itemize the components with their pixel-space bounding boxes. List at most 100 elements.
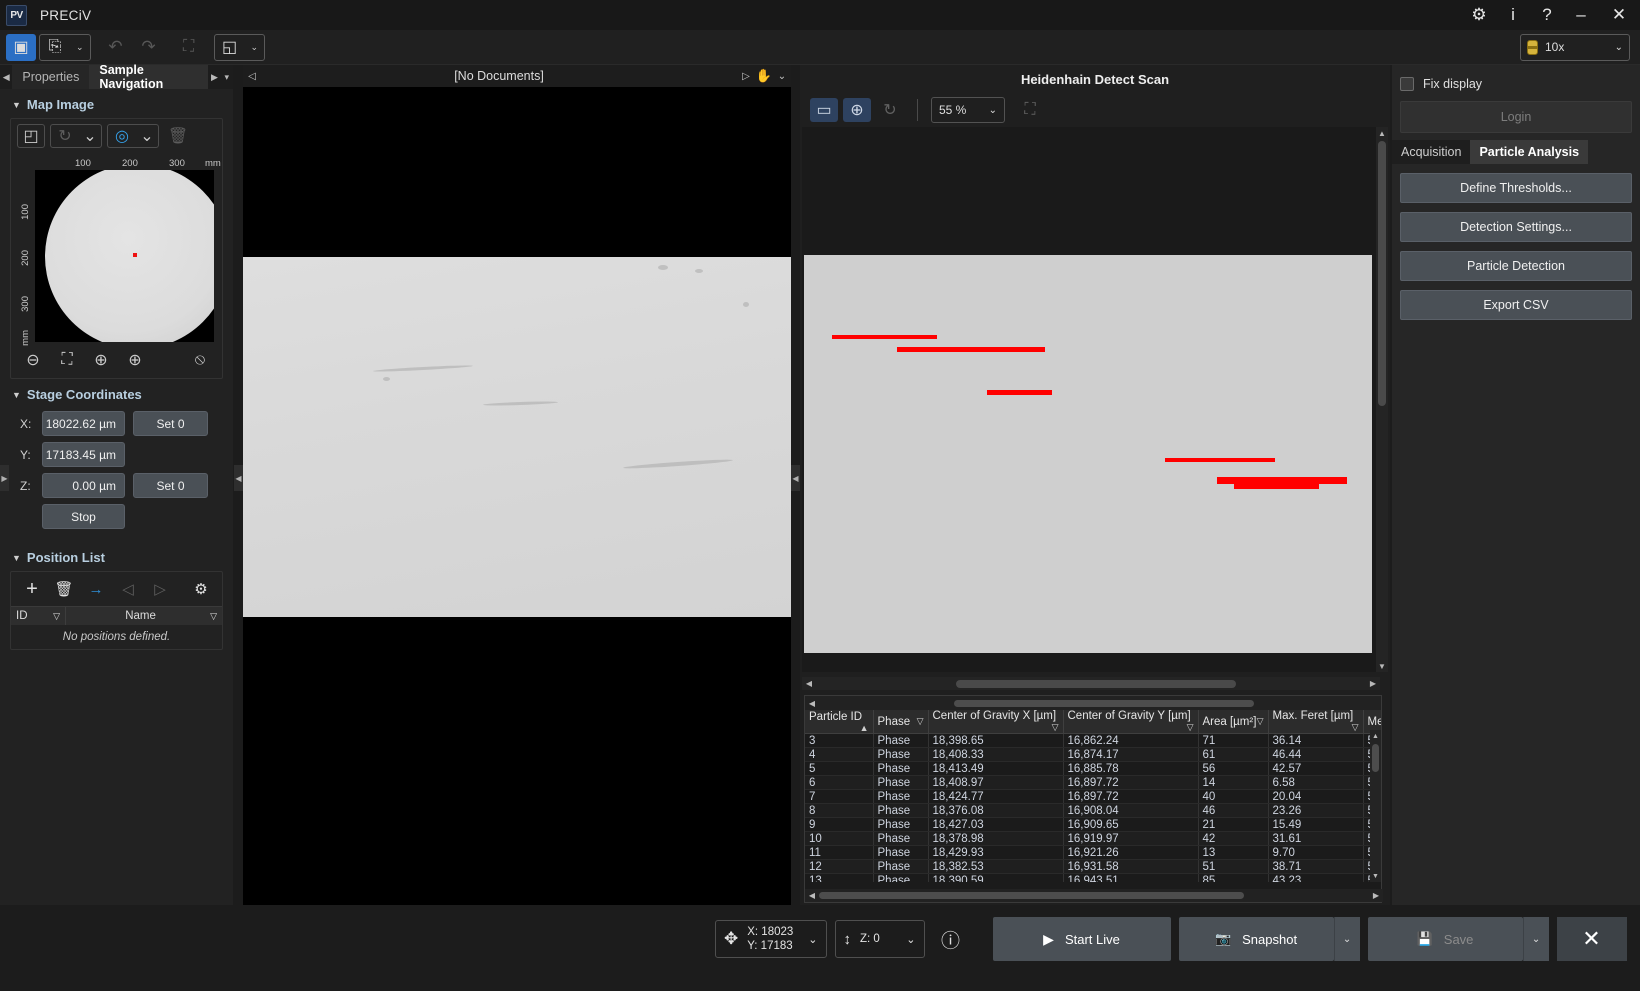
stage-position-combo[interactable]: ✥ X: 18023 Y: 17183 ⌄ bbox=[715, 920, 827, 958]
scan-panel-collapse-handle[interactable]: ◀ bbox=[791, 465, 800, 491]
chevron-down-icon[interactable]: ⌄ bbox=[136, 124, 158, 148]
redo-icon[interactable]: ↷ bbox=[134, 34, 164, 61]
stage-y-input[interactable]: 17183.45 µm bbox=[42, 442, 125, 467]
map-image-section-header[interactable]: ▼ Map Image bbox=[0, 89, 233, 118]
save-options-chevron-icon[interactable]: ⌄ bbox=[1523, 917, 1549, 961]
refresh-scan-icon[interactable]: ↻ bbox=[876, 98, 904, 122]
stage-x-set-zero-button[interactable]: Set 0 bbox=[133, 411, 208, 436]
col-cog-x[interactable]: Center of Gravity X [µm]▽ bbox=[928, 710, 1063, 734]
open-file-icon[interactable]: ⎘ bbox=[40, 34, 70, 61]
col-particle-id[interactable]: Particle ID▲ bbox=[805, 710, 873, 734]
fit-scan-icon[interactable]: ⛶ bbox=[1016, 98, 1044, 122]
fit-image-icon[interactable]: ⛶ bbox=[53, 348, 81, 372]
scroll-thumb[interactable] bbox=[956, 680, 1236, 688]
previous-position-icon[interactable]: ◁ bbox=[117, 579, 139, 599]
scroll-down-icon[interactable]: ▼ bbox=[1376, 660, 1388, 672]
gear-icon[interactable]: ⚙ bbox=[1462, 0, 1496, 30]
position-list-section-header[interactable]: ▼ Position List bbox=[0, 532, 233, 571]
delete-position-icon[interactable]: 🗑 bbox=[53, 579, 75, 599]
define-thresholds-button[interactable]: Define Thresholds... bbox=[1400, 173, 1632, 203]
table-row[interactable]: 3Phase18,398.6516,862.247136.1451.95 bbox=[805, 734, 1381, 748]
detection-settings-button[interactable]: Detection Settings... bbox=[1400, 212, 1632, 242]
scroll-down-icon[interactable]: ▼ bbox=[1370, 870, 1381, 882]
stage-x-input[interactable]: 18022.62 µm bbox=[42, 411, 125, 436]
table-row[interactable]: 11Phase18,429.9316,921.26139.7052.38 bbox=[805, 846, 1381, 860]
magnification-select[interactable]: 10x ⌄ bbox=[1520, 34, 1630, 61]
close-icon[interactable]: ✕ bbox=[1598, 0, 1640, 30]
chevron-down-icon[interactable]: ⌄ bbox=[79, 124, 101, 148]
tabs-menu-icon[interactable]: ▾ bbox=[221, 65, 233, 89]
image-gallery-icon[interactable]: ▣ bbox=[6, 34, 36, 61]
tab-sample-navigation[interactable]: Sample Navigation bbox=[89, 65, 208, 89]
info-icon[interactable]: i bbox=[1496, 0, 1530, 30]
minimize-icon[interactable]: – bbox=[1564, 0, 1598, 30]
document-canvas[interactable] bbox=[243, 87, 791, 905]
document-panel-collapse-handle[interactable]: ◀ bbox=[234, 465, 243, 491]
left-panel-collapse-handle[interactable]: ▶ bbox=[0, 465, 9, 491]
position-settings-icon[interactable]: ⚙ bbox=[190, 579, 212, 599]
chevron-down-icon[interactable]: ⌄ bbox=[989, 105, 997, 116]
pan-hand-icon[interactable]: ✋ bbox=[755, 68, 773, 84]
table-horizontal-scrollbar[interactable]: ◀ ▶ bbox=[805, 889, 1383, 902]
start-live-button[interactable]: ▶ Start Live bbox=[993, 917, 1171, 961]
scan-image[interactable] bbox=[804, 255, 1372, 653]
spiral-scan-icon[interactable]: ◎ bbox=[108, 124, 136, 148]
scroll-left-icon[interactable]: ◀ bbox=[805, 699, 819, 708]
document-prev-icon[interactable]: ◁ bbox=[243, 71, 261, 82]
map-image-canvas[interactable] bbox=[35, 170, 214, 342]
col-max-feret[interactable]: Max. Feret [µm]▽ bbox=[1268, 710, 1363, 734]
fullscreen-icon[interactable]: ⛶ bbox=[174, 34, 204, 61]
scroll-thumb[interactable] bbox=[1372, 744, 1379, 772]
table-row[interactable]: 13Phase18,390.5916,943.518543.2350.75 bbox=[805, 874, 1381, 883]
scan-vertical-scrollbar[interactable]: ▲ ▼ bbox=[1376, 127, 1388, 672]
table-row[interactable]: 12Phase18,382.5316,931.585138.7150.39 bbox=[805, 860, 1381, 874]
save-button[interactable]: 💾 Save bbox=[1368, 917, 1523, 961]
toggle-overlay-icon[interactable]: ⦸ bbox=[186, 348, 214, 372]
chevron-down-icon[interactable]: ⌄ bbox=[808, 933, 817, 946]
zoom-in-icon[interactable]: ⊕ bbox=[87, 348, 115, 372]
scroll-thumb[interactable] bbox=[954, 700, 1254, 707]
table-row[interactable]: 9Phase18,427.0316,909.652115.4952.48 bbox=[805, 818, 1381, 832]
snapshot-button[interactable]: 📷 Snapshot bbox=[1179, 917, 1334, 961]
chevron-down-icon[interactable]: ⌄ bbox=[906, 933, 915, 946]
chevron-down-icon[interactable]: ⌄ bbox=[245, 42, 265, 53]
zoom-out-icon[interactable]: ⊖ bbox=[19, 348, 47, 372]
rectangle-select-icon[interactable]: ▭ bbox=[810, 98, 838, 122]
tabs-scroll-left-icon[interactable]: ◀ bbox=[0, 65, 12, 89]
table-vertical-scrollbar[interactable]: ▲ ▼ bbox=[1370, 730, 1381, 882]
open-file-group[interactable]: ⎘ ⌄ bbox=[39, 34, 91, 61]
scroll-right-icon[interactable]: ▶ bbox=[1369, 891, 1383, 900]
scroll-thumb[interactable] bbox=[1378, 141, 1386, 406]
export-csv-button[interactable]: Export CSV bbox=[1400, 290, 1632, 320]
map-area-select-icon[interactable]: ◰ bbox=[17, 124, 45, 148]
stage-z-input[interactable]: 0.00 µm bbox=[42, 473, 125, 498]
next-position-icon[interactable]: ▷ bbox=[149, 579, 171, 599]
table-row[interactable]: 4Phase18,408.3316,874.176146.4451.55 bbox=[805, 748, 1381, 762]
live-image[interactable] bbox=[243, 257, 791, 617]
chevron-down-icon[interactable]: ⌄ bbox=[70, 42, 90, 53]
tab-particle-analysis[interactable]: Particle Analysis bbox=[1470, 140, 1588, 164]
table-row[interactable]: 8Phase18,376.0816,908.044623.2652.08 bbox=[805, 804, 1381, 818]
close-acquisition-button[interactable]: ✕ bbox=[1557, 917, 1627, 961]
target-marker-icon[interactable]: ⊕ bbox=[843, 98, 871, 122]
scroll-right-icon[interactable]: ▶ bbox=[1366, 679, 1380, 688]
scroll-up-icon[interactable]: ▲ bbox=[1376, 127, 1388, 139]
col-cog-y[interactable]: Center of Gravity Y [µm]▽ bbox=[1063, 710, 1198, 734]
stage-coordinates-section-header[interactable]: ▼ Stage Coordinates bbox=[0, 379, 233, 408]
document-next-icon[interactable]: ▷ bbox=[737, 71, 755, 82]
z-position-combo[interactable]: ↕ Z: 0 ⌄ bbox=[835, 920, 925, 958]
refresh-map-group[interactable]: ↻ ⌄ bbox=[50, 124, 102, 148]
login-button[interactable]: Login bbox=[1400, 101, 1632, 133]
snapshot-options-chevron-icon[interactable]: ⌄ bbox=[1334, 917, 1360, 961]
scroll-up-icon[interactable]: ▲ bbox=[1370, 730, 1381, 742]
tab-acquisition[interactable]: Acquisition bbox=[1392, 140, 1470, 164]
table-row[interactable]: 6Phase18,408.9716,897.72146.5852.45 bbox=[805, 776, 1381, 790]
spiral-scan-group[interactable]: ◎ ⌄ bbox=[107, 124, 159, 148]
fix-display-checkbox[interactable] bbox=[1400, 77, 1414, 91]
scan-view[interactable] bbox=[802, 127, 1380, 672]
tab-properties[interactable]: Properties bbox=[12, 65, 89, 89]
table-row[interactable]: 10Phase18,378.9816,919.974231.6151.10 bbox=[805, 832, 1381, 846]
stage-stop-button[interactable]: Stop bbox=[42, 504, 125, 529]
undo-icon[interactable]: ↶ bbox=[101, 34, 131, 61]
scroll-left-icon[interactable]: ◀ bbox=[802, 679, 816, 688]
